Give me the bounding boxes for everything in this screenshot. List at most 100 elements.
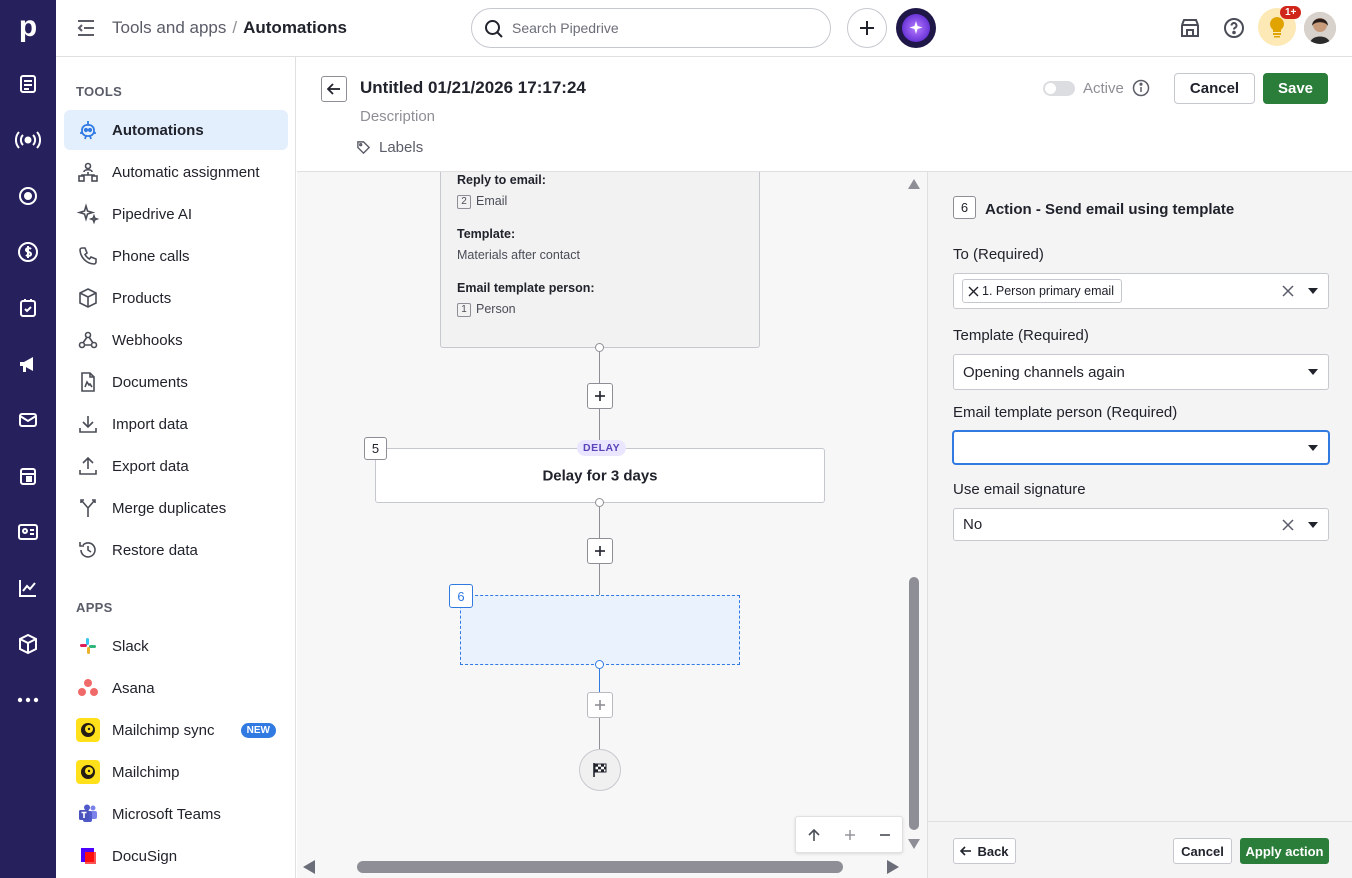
add-step-button-disabled[interactable] [587, 692, 613, 718]
to-select[interactable]: 1. Person primary email [953, 273, 1329, 309]
sidebar-item-label: Products [112, 289, 172, 307]
panel-title: Action - Send email using template [985, 201, 1235, 218]
contacts-icon[interactable] [8, 512, 48, 552]
app-item-asana[interactable]: Asana [64, 668, 288, 708]
help-icon[interactable] [1223, 17, 1245, 39]
sidebar-item-products[interactable]: Products [64, 278, 288, 318]
info-icon[interactable] [1132, 79, 1150, 97]
menu-collapse-icon[interactable] [76, 18, 98, 38]
clear-to-icon[interactable] [1282, 282, 1294, 297]
app-item-slack[interactable]: Slack [64, 626, 288, 666]
reply-to-text: Email [476, 194, 508, 208]
app-item-mailchimp[interactable]: Mailchimp [64, 752, 288, 792]
sidebar-item-import-data[interactable]: Import data [64, 404, 288, 444]
scroll-right-arrow[interactable] [887, 860, 899, 874]
scroll-down-arrow[interactable] [908, 839, 920, 851]
active-label: Active [1083, 80, 1124, 97]
calendar-icon[interactable] [8, 456, 48, 496]
sidebar-item-phone-calls[interactable]: Phone calls [64, 236, 288, 276]
signature-select[interactable]: No [953, 508, 1329, 541]
back-button[interactable]: Back [953, 838, 1016, 864]
clear-signature-icon[interactable] [1282, 516, 1294, 531]
panel-cancel-button[interactable]: Cancel [1173, 838, 1232, 864]
add-step-button[interactable] [587, 383, 613, 409]
person-step-tag: 1 [457, 302, 471, 317]
app-item-microsoft-teams[interactable]: Microsoft Teams [64, 794, 288, 834]
sidebar-item-automations[interactable]: Automations [64, 110, 288, 150]
connector-line [599, 718, 600, 750]
connector-line [599, 507, 600, 539]
email-action-node[interactable]: Reply to email: 2 Email Template: Materia… [440, 172, 760, 348]
back-arrow-button[interactable] [321, 76, 347, 102]
sidebar-item-merge-duplicates[interactable]: Merge duplicates [64, 488, 288, 528]
mailchimp-icon [76, 718, 100, 742]
horizontal-scrollbar-thumb[interactable] [357, 861, 843, 873]
automation-canvas[interactable]: Reply to email: 2 Email Template: Materia… [297, 172, 927, 878]
chevron-down-icon[interactable] [1308, 369, 1318, 375]
docusign-icon [76, 844, 100, 868]
active-toggle[interactable] [1043, 81, 1075, 96]
campaigns-icon[interactable] [8, 344, 48, 384]
search-placeholder: Search Pipedrive [512, 20, 619, 36]
header-cancel-button[interactable]: Cancel [1174, 73, 1255, 104]
email-template-person-select[interactable] [953, 431, 1329, 464]
search-icon [484, 19, 504, 39]
delay-text: Delay for 3 days [542, 467, 658, 485]
marketplace-icon[interactable] [1179, 17, 1201, 39]
pipedrive-logo[interactable]: p [10, 8, 46, 46]
scroll-up-arrow[interactable] [908, 179, 920, 191]
new-action-placeholder[interactable] [460, 595, 740, 665]
lightbulb-icon [1270, 17, 1284, 38]
panel-step-number: 6 [953, 196, 976, 219]
add-step-button[interactable] [587, 538, 613, 564]
automation-title[interactable]: Untitled 01/21/2026 17:17:24 [360, 78, 586, 98]
sidebar-item-label: Asana [112, 679, 155, 697]
leads-icon[interactable] [8, 64, 48, 104]
new-step-number: 6 [449, 584, 473, 608]
products-icon[interactable] [8, 624, 48, 664]
target-icon[interactable] [8, 176, 48, 216]
insights-icon[interactable] [8, 568, 48, 608]
remove-chip-icon[interactable] [968, 286, 979, 297]
ai-assistant-button[interactable] [896, 8, 936, 48]
breadcrumb-parent[interactable]: Tools and apps [112, 18, 226, 37]
vertical-scrollbar-thumb[interactable] [909, 577, 919, 830]
tips-button[interactable]: 1+ [1258, 6, 1302, 46]
deals-radar-icon[interactable] [8, 120, 48, 160]
arrow-left-icon [327, 83, 340, 95]
sidebar-item-documents[interactable]: Documents [64, 362, 288, 402]
zoom-controls [795, 816, 903, 853]
template-select-value: Opening channels again [963, 363, 1125, 381]
scroll-to-top-icon[interactable] [807, 828, 821, 842]
labels-button[interactable]: Labels [356, 139, 423, 156]
avatar[interactable] [1304, 12, 1336, 44]
save-button[interactable]: Save [1263, 73, 1328, 104]
scroll-left-arrow[interactable] [303, 860, 315, 874]
to-label: To (Required) [953, 246, 1044, 263]
connector-dot [595, 498, 604, 507]
search-input[interactable]: Search Pipedrive [471, 8, 831, 48]
chevron-down-icon[interactable] [1308, 522, 1318, 528]
quick-add-button[interactable] [847, 8, 887, 48]
apply-action-button[interactable]: Apply action [1240, 838, 1329, 864]
app-item-mailchimp-sync[interactable]: Mailchimp sync NEW [64, 710, 288, 750]
template-select[interactable]: Opening channels again [953, 354, 1329, 390]
mail-icon[interactable] [8, 400, 48, 440]
sidebar-item-pipedrive-ai[interactable]: Pipedrive AI [64, 194, 288, 234]
chevron-down-icon[interactable] [1308, 288, 1318, 294]
sidebar-item-label: Automatic assignment [112, 163, 260, 181]
sidebar-item-restore-data[interactable]: Restore data [64, 530, 288, 570]
template-person-text: Person [476, 302, 516, 316]
description-input[interactable]: Description [360, 108, 435, 125]
sidebar-item-automatic-assignment[interactable]: Automatic assignment [64, 152, 288, 192]
sidebar-item-webhooks[interactable]: Webhooks [64, 320, 288, 360]
zoom-in-icon[interactable] [844, 829, 856, 841]
app-item-docusign[interactable]: DocuSign [64, 836, 288, 876]
delay-node[interactable]: Delay for 3 days [375, 448, 825, 503]
dollar-icon[interactable] [8, 232, 48, 272]
activities-icon[interactable] [8, 288, 48, 328]
zoom-out-icon[interactable] [879, 829, 891, 841]
chevron-down-icon[interactable] [1308, 445, 1318, 451]
sidebar-item-export-data[interactable]: Export data [64, 446, 288, 486]
more-icon[interactable] [8, 680, 48, 720]
